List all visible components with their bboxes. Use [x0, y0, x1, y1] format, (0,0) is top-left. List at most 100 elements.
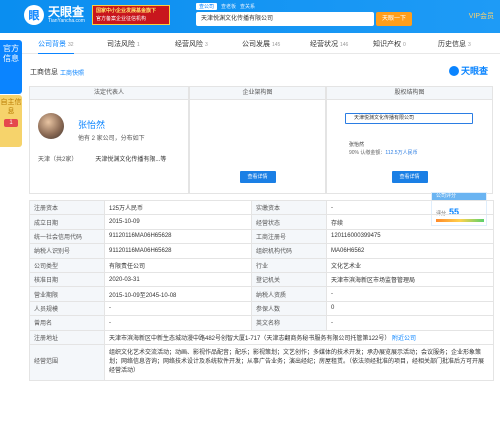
field-value: 91120116MA06H65628	[104, 243, 252, 259]
vip-link[interactable]: VIP会员	[469, 11, 494, 21]
search-tab-relation[interactable]: 查关系	[240, 3, 255, 10]
watermark-logo: 天眼查	[448, 64, 488, 77]
field-value: -	[326, 286, 494, 302]
search-button[interactable]: 天眼一下	[376, 12, 412, 26]
search-input[interactable]: 天津悦渊文化传播有限公司	[196, 12, 374, 26]
field-label: 纳税人识别号	[29, 243, 105, 259]
equity-view-button[interactable]: 查看详情	[391, 171, 428, 183]
tab-operations[interactable]: 经营状况 146	[310, 39, 348, 49]
side-self-label: 自主信息	[0, 99, 22, 115]
table-row: 营业期限 2015-10-09至2045-10-08 纳税人资质 -	[29, 286, 494, 302]
section-title: 工商信息 工商快照	[30, 69, 85, 77]
field-label: 成立日期	[29, 214, 105, 230]
field-value: 2020-03-31	[104, 271, 252, 288]
field-value: -	[104, 315, 252, 331]
eye-logo-icon	[448, 65, 459, 76]
brand-logo[interactable]: 眼 天眼查 TianYancha.com	[24, 5, 85, 25]
field-label: 英文名称	[251, 315, 327, 331]
field-value: -	[326, 315, 494, 331]
field-value: 有限责任公司	[104, 257, 252, 273]
field-value: 文化艺术业	[326, 257, 494, 273]
nearby-companies-link[interactable]: 附近公司	[392, 336, 416, 342]
field-label: 经营状态	[251, 214, 327, 230]
field-value: 2015-10-09	[104, 214, 252, 230]
promo-line2: 官方备案企业征信机构	[96, 16, 147, 22]
snapshot-link[interactable]: 工商快照	[60, 68, 84, 77]
search-tabs: 查公司 查老板 查关系	[196, 3, 255, 10]
equity-company[interactable]: 天津悦渊文化传播有限公司	[345, 113, 473, 124]
equity-header: 股权结构图	[327, 87, 492, 100]
field-label: 核准日期	[29, 271, 105, 288]
side-self-info[interactable]: 自主信息 1	[0, 95, 22, 147]
tab-ip[interactable]: 知识产权 0	[373, 39, 406, 49]
equity-diagram: 天津悦渊文化传播有限公司 张怡然 90% 认缴金额：112.5万人民币	[341, 113, 477, 175]
person-companies: 天津（共2家） 天津悦渊文化传播有限...等	[38, 157, 167, 163]
field-value: -	[326, 199, 494, 216]
table-row: 曾用名 - 英文名称 -	[29, 315, 494, 331]
field-value: 125万人民币	[104, 199, 252, 216]
table-row: 纳税人识别号 91120116MA06H65628 组织机构代码 MA06H6562	[29, 243, 494, 259]
architecture-header: 企业架构图	[190, 87, 325, 100]
field-label: 注册地址	[29, 329, 105, 345]
architecture-panel: 企业架构图 查看详情	[189, 86, 326, 194]
brand-url: TianYancha.com	[48, 18, 85, 24]
table-row: 人员规模 - 参保人数 0	[29, 300, 494, 317]
eye-logo-icon: 眼	[24, 5, 44, 25]
brand-name: 天眼查	[48, 5, 85, 19]
tab-business-risk[interactable]: 经营风险 3	[175, 39, 208, 49]
table-row: 注册资本 125万人民币 实缴资本 -	[29, 199, 494, 216]
equity-holder-detail: 90% 认缴金额：112.5万人民币	[349, 150, 418, 156]
self-count-badge: 1	[4, 119, 18, 127]
field-value: 存续	[326, 214, 494, 230]
table-row: 成立日期 2015-10-09 经营状态 存续	[29, 214, 494, 230]
tab-company-background[interactable]: 公司背景 32	[38, 39, 74, 54]
field-label: 营业期限	[29, 286, 105, 302]
field-label: 工商注册号	[251, 228, 327, 245]
table-row: 经营范围 组织文化艺术交流活动；动画、影视作品配音；配乐；影视策划；文艺创作；多媒…	[29, 343, 494, 381]
business-info-table: 注册资本 125万人民币 实缴资本 - 成立日期 2015-10-09 经营状态 存续 统一社会…	[29, 199, 494, 381]
architecture-view-button[interactable]: 查看详情	[239, 171, 276, 183]
field-value: -	[104, 300, 252, 317]
person-name[interactable]: 张怡然	[78, 118, 105, 131]
field-label: 注册资本	[29, 199, 105, 216]
score-title: 公司评分	[432, 193, 486, 200]
field-value: MA06H6562	[326, 243, 494, 259]
field-label: 纳税人资质	[251, 286, 327, 302]
field-label: 统一社会信用代码	[29, 228, 105, 245]
field-label: 行业	[251, 257, 327, 273]
address-value: 天津市滨海新区中新生态城动漫中路482号创智大厦1-717（天津志翻商务秘书服务…	[104, 329, 494, 345]
field-label: 曾用名	[29, 315, 105, 331]
equity-panel: 股权结构图 天津悦渊文化传播有限公司 张怡然 90% 认缴金额：112.5万人民…	[326, 86, 493, 194]
field-value: 120116000399475	[326, 228, 494, 245]
table-row: 核准日期 2020-03-31 登记机关 天津市滨海新区市场监督管理局	[29, 271, 494, 288]
field-value: 天津市滨海新区市场监督管理局	[326, 271, 494, 288]
field-label: 公司类型	[29, 257, 105, 273]
tab-development[interactable]: 公司发展 145	[242, 39, 280, 49]
field-label: 经营范围	[29, 343, 105, 381]
equity-holder[interactable]: 张怡然	[349, 141, 364, 148]
field-value: 2015-10-09至2045-10-08	[104, 286, 252, 302]
top-header: 眼 天眼查 TianYancha.com 国家中小企业发展基金旗下 官方备案企业征…	[0, 0, 500, 33]
tab-history[interactable]: 历史信息 3	[438, 39, 471, 49]
field-label: 参保人数	[251, 300, 327, 317]
field-label: 登记机关	[251, 271, 327, 288]
main-tabs: 公司背景 32 司法风险 1 经营风险 3 公司发展 145 经营状况 146 知识产权 0…	[0, 33, 500, 54]
legal-rep-header: 法定代表人	[30, 87, 188, 100]
search-tab-boss[interactable]: 查老板	[221, 3, 236, 10]
side-official-info[interactable]: 官方信息	[0, 40, 22, 94]
promo-badge[interactable]: 国家中小企业发展基金旗下 官方备案企业征信机构	[92, 5, 170, 25]
field-value: 0	[326, 300, 494, 317]
field-value: 91120116MA06H65628	[104, 228, 252, 245]
tab-legal-risk[interactable]: 司法风险 1	[107, 39, 140, 49]
legal-rep-panel: 法定代表人 张怡然 他有 2 家公司，分布如下 天津（共2家） 天津悦渊文化传播有…	[29, 86, 189, 194]
scope-value: 组织文化艺术交流活动；动画、影视作品配音；配乐；影视策划；文艺创作；多媒体的技术…	[104, 343, 494, 381]
table-row: 注册地址 天津市滨海新区中新生态城动漫中路482号创智大厦1-717（天津志翻商务…	[29, 329, 494, 345]
table-row: 统一社会信用代码 91120116MA06H65628 工商注册号 120116000…	[29, 228, 494, 245]
field-label: 组织机构代码	[251, 243, 327, 259]
avatar[interactable]	[38, 113, 64, 139]
field-label: 实缴资本	[251, 199, 327, 216]
search-tab-company[interactable]: 查公司	[196, 3, 218, 10]
field-label: 人员规模	[29, 300, 105, 317]
table-row: 公司类型 有限责任公司 行业 文化艺术业	[29, 257, 494, 273]
person-desc: 他有 2 家公司，分布如下	[78, 136, 145, 142]
